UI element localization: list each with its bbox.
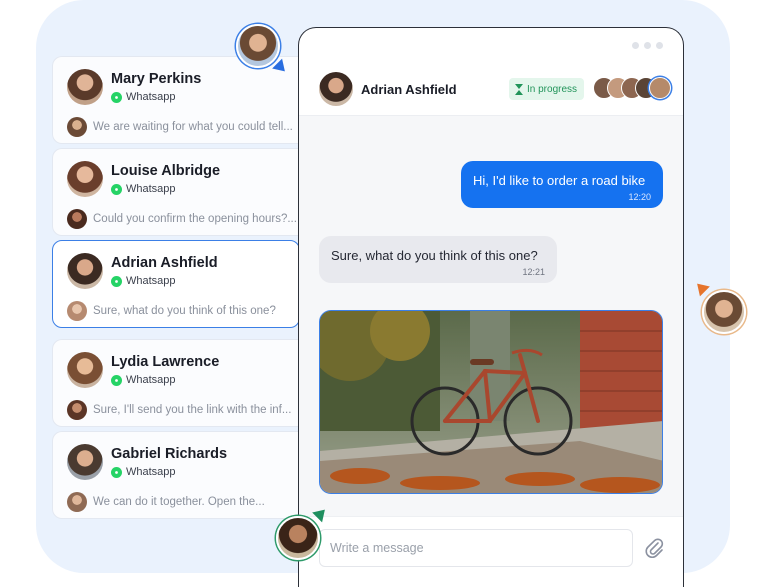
status-label: In progress	[527, 83, 578, 95]
preview-text: Sure, I'll send you the link with the in…	[93, 404, 292, 416]
preview-avatar	[67, 117, 87, 137]
message-input[interactable]	[319, 529, 633, 567]
conversation-item[interactable]: Louise Albridge Whatsapp Could you confi…	[52, 148, 302, 236]
preview-avatar	[67, 492, 87, 512]
contact-name: Adrian Ashfield	[361, 82, 457, 97]
floating-agent-avatar	[236, 24, 280, 68]
whatsapp-icon	[111, 183, 122, 195]
avatar	[67, 161, 103, 197]
conversation-preview: Sure, I'll send you the link with the in…	[67, 400, 299, 420]
message-composer	[299, 516, 683, 587]
preview-avatar	[67, 400, 87, 420]
conversation-name: Adrian Ashfield	[111, 255, 218, 271]
chat-header: Adrian Ashfield In progress	[299, 64, 683, 116]
participants-avatars[interactable]	[593, 77, 671, 99]
conversation-name: Louise Albridge	[111, 163, 221, 179]
whatsapp-icon	[111, 374, 122, 386]
conversation-item[interactable]: Lydia Lawrence Whatsapp Sure, I'll send …	[52, 339, 302, 427]
bike-photo	[320, 311, 662, 493]
conversation-name: Mary Perkins	[111, 71, 202, 87]
channel-label: Whatsapp	[126, 275, 176, 287]
channel-label: Whatsapp	[126, 374, 176, 386]
avatar	[67, 253, 103, 289]
conversation-preview: Could you confirm the opening hours?...	[67, 209, 299, 229]
preview-text: Could you confirm the opening hours?...	[93, 213, 297, 225]
conversation-item[interactable]: Mary Perkins Whatsapp We are waiting for…	[52, 56, 302, 144]
conversation-preview: We are waiting for what you could tell..…	[67, 117, 299, 137]
avatar	[649, 77, 671, 99]
message-time: 12:20	[628, 192, 651, 202]
chat-window: Adrian Ashfield In progress Hi, I'd like…	[298, 27, 684, 587]
conversation-name: Lydia Lawrence	[111, 354, 220, 370]
conversation-item-active[interactable]: Adrian Ashfield Whatsapp Sure, what do y…	[52, 240, 300, 328]
floating-agent-avatar	[276, 516, 320, 560]
channel-label: Whatsapp	[126, 91, 176, 103]
status-badge[interactable]: In progress	[509, 78, 585, 100]
message-time: 12:21	[522, 267, 545, 277]
floating-agent-avatar	[702, 290, 746, 334]
message-outgoing: Hi, I'd like to order a road bike 12:20	[461, 161, 663, 208]
avatar	[67, 352, 103, 388]
conversation-name: Gabriel Richards	[111, 446, 228, 462]
conversation-channel: Whatsapp	[111, 466, 176, 478]
whatsapp-icon	[111, 466, 122, 478]
conversation-item[interactable]: Gabriel Richards Whatsapp We can do it t…	[52, 431, 302, 519]
message-text: Hi, I'd like to order a road bike	[473, 173, 646, 188]
paperclip-icon[interactable]	[643, 537, 665, 559]
channel-label: Whatsapp	[126, 466, 176, 478]
message-text: Sure, what do you think of this one?	[331, 248, 538, 263]
channel-label: Whatsapp	[126, 183, 176, 195]
conversation-channel: Whatsapp	[111, 91, 176, 103]
hourglass-icon	[515, 83, 523, 95]
preview-avatar	[67, 209, 87, 229]
bike-photo-attachment[interactable]	[319, 310, 663, 494]
avatar	[67, 444, 103, 480]
preview-text: Sure, what do you think of this one?	[93, 305, 276, 317]
contact-avatar[interactable]	[319, 72, 353, 106]
chat-messages: Hi, I'd like to order a road bike 12:20 …	[299, 116, 683, 516]
conversation-channel: Whatsapp	[111, 275, 176, 287]
conversation-channel: Whatsapp	[111, 374, 176, 386]
conversation-preview: We can do it together. Open the...	[67, 492, 299, 512]
avatar	[67, 69, 103, 105]
preview-avatar	[67, 301, 87, 321]
whatsapp-icon	[111, 91, 122, 103]
message-incoming: Sure, what do you think of this one? 12:…	[319, 236, 557, 283]
whatsapp-icon	[111, 275, 122, 287]
preview-text: We can do it together. Open the...	[93, 496, 265, 508]
conversation-preview: Sure, what do you think of this one?	[67, 301, 299, 321]
preview-text: We are waiting for what you could tell..…	[93, 121, 293, 133]
conversation-channel: Whatsapp	[111, 183, 176, 195]
window-dots	[632, 42, 663, 49]
